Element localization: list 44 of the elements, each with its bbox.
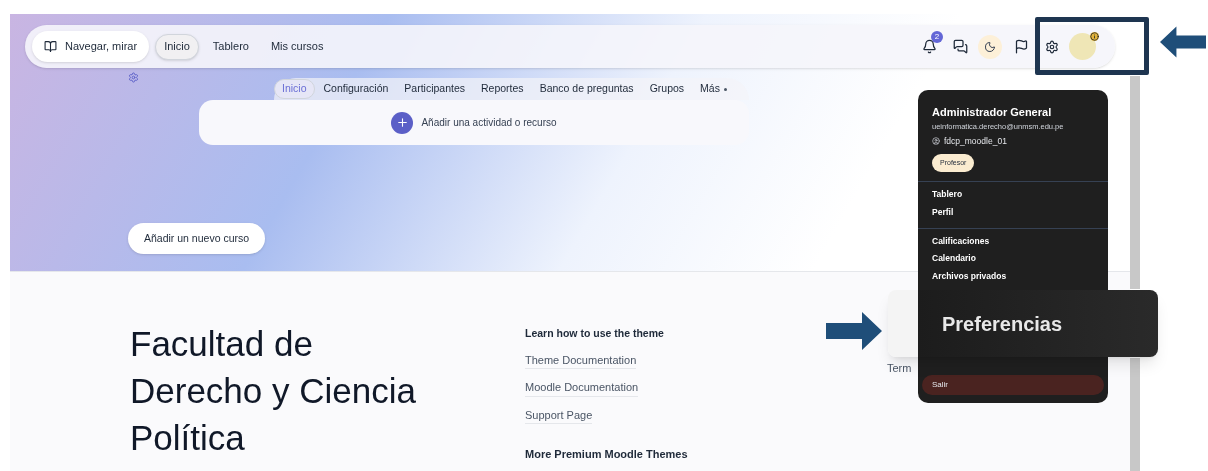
- notification-badge: 2: [931, 31, 943, 43]
- nav-link[interactable]: Tablero: [204, 33, 257, 60]
- add-course-button[interactable]: Añadir un nuevo curso: [128, 223, 266, 254]
- info-badge-icon: [1090, 32, 1099, 41]
- course-tab[interactable]: Grupos: [642, 79, 692, 99]
- caret-icon: [723, 87, 727, 91]
- plus-button[interactable]: [391, 111, 414, 134]
- dark-mode-toggle[interactable]: [978, 34, 1002, 59]
- flag-icon[interactable]: [1014, 39, 1029, 54]
- menu-item[interactable]: Calificaciones: [922, 234, 1104, 248]
- site-title: Facultad de Derecho y Ciencia Política: [130, 323, 417, 459]
- annotation-arrow: [826, 312, 882, 350]
- course-tab[interactable]: Reportes: [474, 79, 531, 99]
- username: fdcp_moodle_01: [944, 134, 1007, 148]
- user-name: Administrador General: [932, 105, 1053, 120]
- menu-item[interactable]: Tablero: [922, 188, 1104, 201]
- add-activity-link[interactable]: Añadir una actividad o recurso: [421, 115, 557, 130]
- course-tab[interactable]: Participantes: [397, 79, 472, 99]
- course-tab[interactable]: Banco de preguntas: [532, 79, 641, 99]
- chat-icon[interactable]: [953, 39, 968, 54]
- doc-link[interactable]: Theme Documentation: [525, 351, 637, 370]
- course-tab[interactable]: Más: [693, 79, 734, 99]
- course-tab[interactable]: Inicio: [274, 79, 315, 99]
- links-heading: Learn how to use the theme: [525, 326, 665, 341]
- user-icon: [932, 137, 940, 146]
- menu-item[interactable]: Archivos privados: [922, 270, 1104, 283]
- partial-text: Term: [887, 361, 912, 376]
- plus-icon: [395, 116, 409, 129]
- bell-icon[interactable]: [922, 39, 937, 54]
- nav-link[interactable]: Mis cursos: [262, 33, 332, 60]
- menu-item[interactable]: Calendario: [922, 252, 1104, 265]
- callout-text: Preferencias: [942, 311, 1063, 337]
- settings-icon[interactable]: [1045, 39, 1059, 54]
- course-tab[interactable]: Configuración: [316, 79, 396, 99]
- avatar[interactable]: [1069, 33, 1096, 60]
- links-heading: More Premium Moodle Themes: [525, 447, 688, 463]
- menu-item[interactable]: Perfil: [922, 205, 1104, 219]
- browse-button[interactable]: Navegar, mirar: [32, 31, 150, 62]
- doc-link[interactable]: Moodle Documentation: [525, 379, 639, 397]
- doc-link[interactable]: Support Page: [525, 406, 593, 425]
- book-icon: [44, 40, 57, 53]
- moon-icon: [984, 40, 996, 53]
- logout-item[interactable]: Salir: [922, 375, 1104, 395]
- nav-link[interactable]: Inicio: [155, 33, 199, 60]
